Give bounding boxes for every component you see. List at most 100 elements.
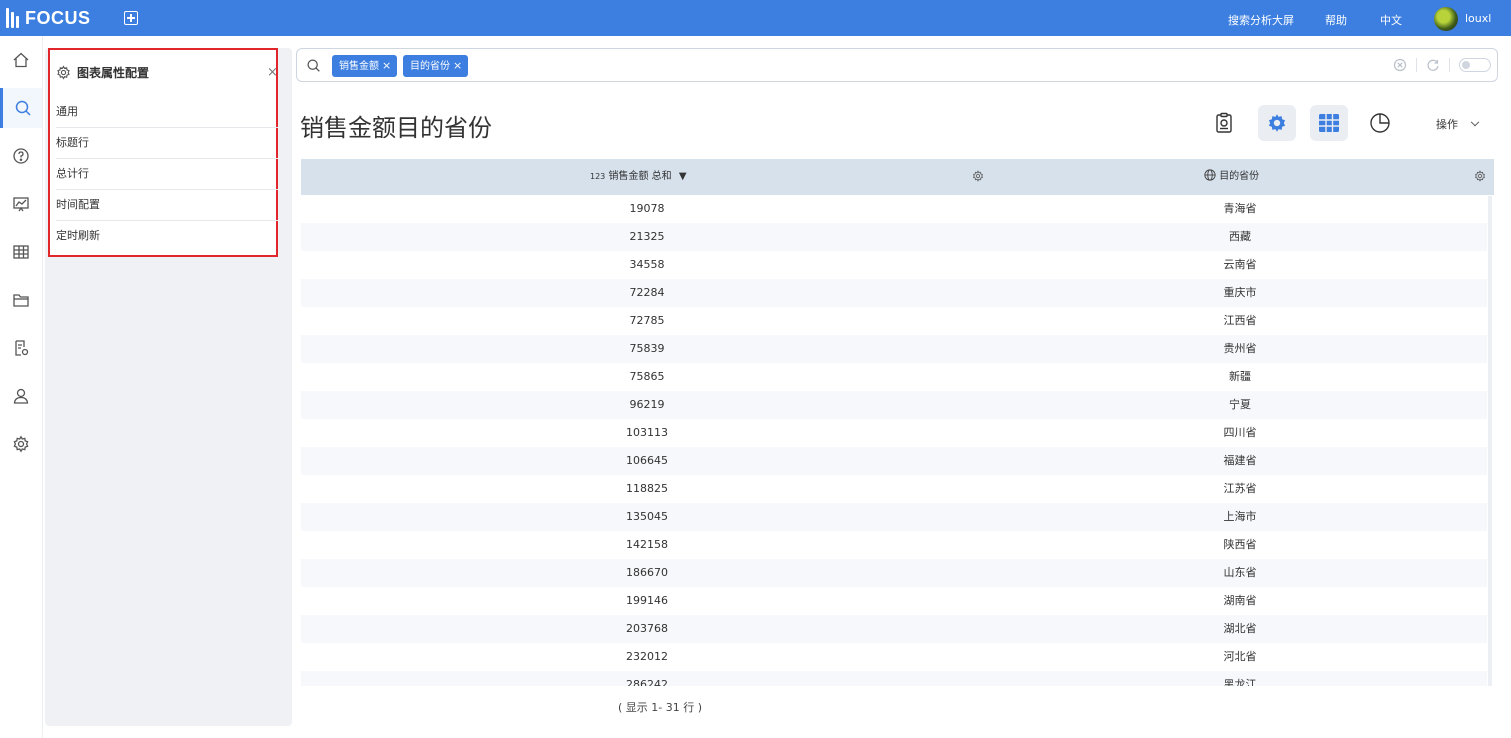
help-link[interactable]: 帮助	[1325, 12, 1347, 28]
logo[interactable]: FOCUS	[6, 7, 91, 29]
big-screen-link[interactable]: 搜索分析大屏	[1228, 12, 1294, 28]
table-row[interactable]: 34558 云南省	[301, 251, 1487, 279]
help-icon[interactable]	[0, 136, 42, 176]
table-row[interactable]: 142158 陕西省	[301, 531, 1487, 559]
table-row[interactable]: 135045 上海市	[301, 503, 1487, 531]
cell-sales: 72284	[629, 286, 665, 299]
cell-province: 西藏	[1229, 230, 1251, 243]
column-gear-icon[interactable]	[1474, 170, 1486, 182]
language-link[interactable]: 中文	[1380, 12, 1402, 28]
close-icon[interactable]: ×	[267, 66, 278, 79]
search-token[interactable]: 销售金额 ×	[332, 55, 398, 77]
table-row[interactable]: 19078 青海省	[301, 195, 1487, 223]
search-bar[interactable]: 销售金额 × 目的省份 ×	[296, 48, 1498, 82]
table-row[interactable]: 232012 河北省	[301, 643, 1487, 671]
token-remove-icon[interactable]: ×	[382, 59, 391, 72]
left-nav	[0, 36, 43, 738]
cell-sales: 103113	[626, 426, 668, 439]
gear-icon[interactable]	[0, 424, 42, 464]
cell-sales: 75839	[629, 342, 665, 355]
panel-item-general[interactable]: 通用	[56, 96, 278, 128]
column-gear-icon[interactable]	[972, 170, 984, 182]
cell-sales: 118825	[626, 482, 668, 495]
toggle-switch[interactable]	[1459, 58, 1491, 72]
search-icon	[307, 59, 320, 72]
cell-sales: 186670	[626, 566, 668, 579]
table-row[interactable]: 96219 宁夏	[301, 391, 1487, 419]
table-row[interactable]: 72284 重庆市	[301, 279, 1487, 307]
report-icon	[1216, 112, 1232, 133]
cell-province: 重庆市	[1223, 286, 1257, 299]
table-row[interactable]: 103113 四川省	[301, 419, 1487, 447]
search-icon[interactable]	[0, 88, 42, 128]
panel-header: 图表属性配置	[56, 64, 149, 81]
cell-sales: 203768	[626, 622, 668, 635]
panel-item-scheduled-refresh[interactable]: 定时刷新	[56, 220, 278, 251]
table-row[interactable]: 72785 江西省	[301, 307, 1487, 335]
divider	[1416, 58, 1417, 72]
table-scrollbar[interactable]	[1488, 196, 1492, 686]
folder-icon[interactable]	[0, 280, 42, 320]
row-count: ( 显示 1- 31 行 )	[618, 701, 703, 714]
cell-sales: 106645	[626, 454, 668, 467]
sort-desc-icon[interactable]: ▼	[679, 171, 687, 182]
refresh-icon[interactable]	[1426, 58, 1440, 72]
column-header-province[interactable]: 目的省份	[1204, 159, 1259, 195]
cell-province: 湖北省	[1223, 622, 1257, 635]
column-label: 销售金额 总和	[608, 171, 672, 182]
report-settings-icon[interactable]	[0, 328, 42, 368]
cell-province: 四川省	[1223, 426, 1257, 439]
pie-chart-button[interactable]	[1361, 105, 1399, 141]
clear-icon[interactable]	[1393, 58, 1407, 72]
table-row[interactable]: 75865 新疆	[301, 363, 1487, 391]
cell-sales: 19078	[629, 202, 665, 215]
table-row[interactable]: 75839 贵州省	[301, 335, 1487, 363]
user-icon[interactable]	[0, 376, 42, 416]
page-title: 销售金额目的省份	[300, 114, 492, 142]
cell-sales: 199146	[626, 594, 668, 607]
home-icon[interactable]	[0, 40, 42, 80]
logo-icon	[6, 8, 19, 28]
table-icon[interactable]	[0, 232, 42, 272]
number-type-badge: 123	[590, 172, 606, 181]
globe-icon	[1204, 169, 1216, 181]
table-row[interactable]: 21325 西藏	[301, 223, 1487, 251]
table-row[interactable]: 106645 福建省	[301, 447, 1487, 475]
table-view-button[interactable]	[1310, 105, 1348, 141]
token-label: 目的省份	[410, 61, 450, 72]
token-label: 销售金额	[339, 61, 379, 72]
table-row[interactable]: 199146 湖南省	[301, 587, 1487, 615]
username[interactable]: louxl	[1465, 12, 1491, 25]
search-token[interactable]: 目的省份 ×	[403, 55, 469, 77]
panel-item-time-config[interactable]: 时间配置	[56, 189, 278, 221]
cell-province: 河北省	[1223, 650, 1257, 663]
chart-property-panel: 图表属性配置 × 通用 标题行 总计行 时间配置 定时刷新	[45, 48, 292, 726]
table-header: 123 销售金额 总和 ▼ 目的省份	[301, 159, 1494, 195]
table-row[interactable]: 286242 黑龙江	[301, 671, 1487, 686]
report-button[interactable]	[1205, 105, 1243, 141]
table-icon	[1319, 114, 1339, 132]
chart-settings-button[interactable]	[1258, 105, 1296, 141]
divider	[1449, 58, 1450, 72]
cell-province: 云南省	[1223, 258, 1257, 271]
cell-province: 上海市	[1223, 510, 1257, 523]
table-row[interactable]: 186670 山东省	[301, 559, 1487, 587]
operations-label: 操作	[1436, 118, 1458, 131]
cell-province: 黑龙江	[1223, 678, 1257, 686]
table-row[interactable]: 118825 江苏省	[301, 475, 1487, 503]
add-tab-icon[interactable]	[124, 11, 138, 25]
top-bar: FOCUS 搜索分析大屏 帮助 中文 louxl	[0, 0, 1511, 36]
cell-sales: 21325	[629, 230, 665, 243]
panel-item-total-row[interactable]: 总计行	[56, 158, 278, 190]
cell-sales: 96219	[629, 398, 665, 411]
panel-item-title-row[interactable]: 标题行	[56, 127, 278, 159]
cell-sales: 232012	[626, 650, 668, 663]
token-remove-icon[interactable]: ×	[453, 59, 462, 72]
avatar[interactable]	[1434, 7, 1458, 31]
panel-title: 图表属性配置	[77, 66, 150, 80]
gear-icon	[1268, 114, 1286, 132]
dashboard-icon[interactable]	[0, 184, 42, 224]
column-header-sales[interactable]: 123 销售金额 总和 ▼	[590, 159, 687, 195]
table-row[interactable]: 203768 湖北省	[301, 615, 1487, 643]
operations-dropdown[interactable]: 操作	[1436, 116, 1480, 132]
